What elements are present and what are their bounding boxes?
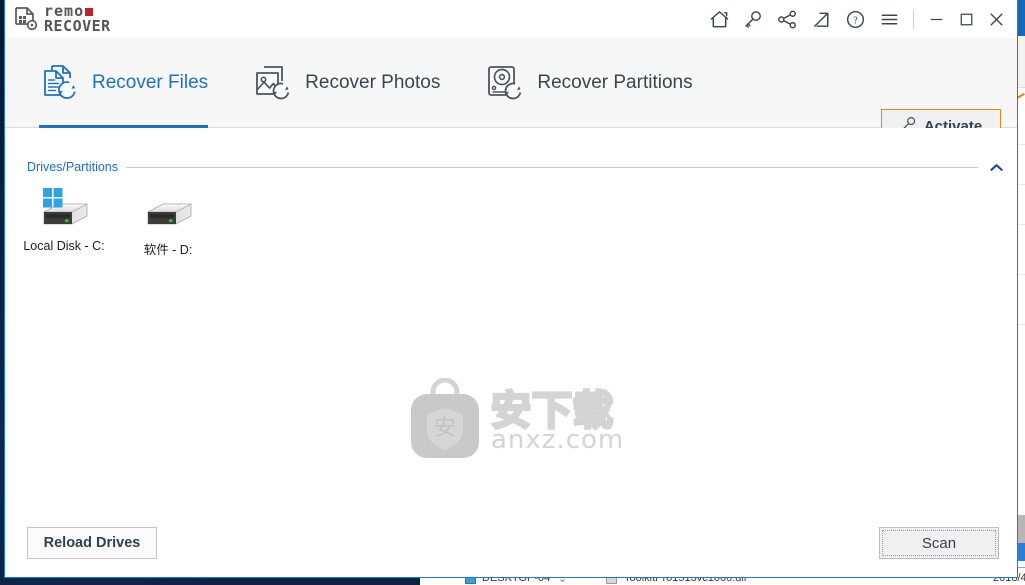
tab-recover-photos[interactable]: Recover Photos — [252, 38, 484, 128]
chevron-up-icon[interactable] — [986, 161, 1003, 174]
external-link-icon[interactable] — [804, 4, 838, 34]
tab-label-recover-partitions: Recover Partitions — [537, 71, 693, 93]
titlebar-divider — [913, 9, 914, 29]
reload-drives-button[interactable]: Reload Drives — [27, 527, 157, 559]
drive-caption: Local Disk - C: — [23, 239, 105, 253]
svg-text:安: 安 — [434, 416, 456, 441]
title-bar: remo RECOVER ? — [5, 0, 1017, 38]
hard-drive-icon — [139, 186, 197, 232]
tab-recover-files[interactable]: Recover Files — [39, 38, 252, 128]
scan-button-label: Scan — [921, 534, 957, 552]
content-area: Drives/Partitions Local Disk - C: 软件 - D… — [5, 128, 1017, 577]
hard-drive-windows-icon — [35, 186, 93, 232]
anxz-bag-shield-logo-icon: 安 — [405, 377, 485, 467]
home-icon[interactable] — [702, 4, 736, 34]
brand-wordmark: remo RECOVER — [44, 4, 111, 34]
tab-label-recover-photos: Recover Photos — [305, 71, 441, 93]
desktop-background: DESKTOP-04 ⌄ ToolkitPro1513vc1000.dll 20… — [0, 0, 1025, 585]
recover-files-icon — [39, 62, 81, 104]
close-icon[interactable] — [981, 4, 1011, 34]
title-bar-actions: ? — [702, 0, 1011, 38]
watermark-url: anxz.com — [491, 425, 625, 455]
drive-list: Local Disk - C: 软件 - D: — [19, 182, 213, 258]
anxz-watermark-text: 安下载 anxz.com — [489, 388, 625, 455]
app-logo: remo RECOVER — [5, 4, 111, 34]
drives-section-header: Drives/Partitions — [27, 160, 1003, 174]
watermark-chinese: 安下载 — [489, 388, 614, 434]
remo-document-logo-icon — [13, 6, 39, 32]
key-icon[interactable] — [736, 4, 770, 34]
drive-item-d[interactable]: 软件 - D: — [123, 182, 213, 258]
drive-caption: 软件 - D: — [143, 243, 193, 257]
tab-label-recover-files: Recover Files — [92, 71, 209, 93]
hamburger-menu-icon[interactable] — [872, 4, 906, 34]
minimize-icon[interactable] — [921, 4, 951, 34]
scan-button[interactable]: Scan — [879, 527, 999, 559]
svg-text:?: ? — [853, 15, 858, 26]
reload-drives-label: Reload Drives — [43, 535, 141, 551]
drives-section-title: Drives/Partitions — [27, 160, 118, 174]
remo-recover-window: remo RECOVER ? Recover Files Recover Pho… — [4, 0, 1018, 578]
help-icon[interactable]: ? — [838, 4, 872, 34]
share-icon[interactable] — [770, 4, 804, 34]
anxz-watermark: 安 安下载 anxz.com — [405, 377, 627, 467]
drive-item-local-disk-c[interactable]: Local Disk - C: — [19, 182, 109, 258]
tab-recover-partitions[interactable]: Recover Partitions — [484, 38, 736, 128]
brand-name-bottom: RECOVER — [44, 17, 111, 35]
maximize-icon[interactable] — [951, 4, 981, 34]
main-tab-bar: Recover Files Recover Photos Recover Par… — [5, 38, 1017, 143]
recover-photos-icon — [252, 62, 294, 104]
brand-red-square-icon — [85, 7, 94, 16]
recover-partitions-icon — [484, 62, 526, 104]
section-divider — [126, 166, 978, 168]
